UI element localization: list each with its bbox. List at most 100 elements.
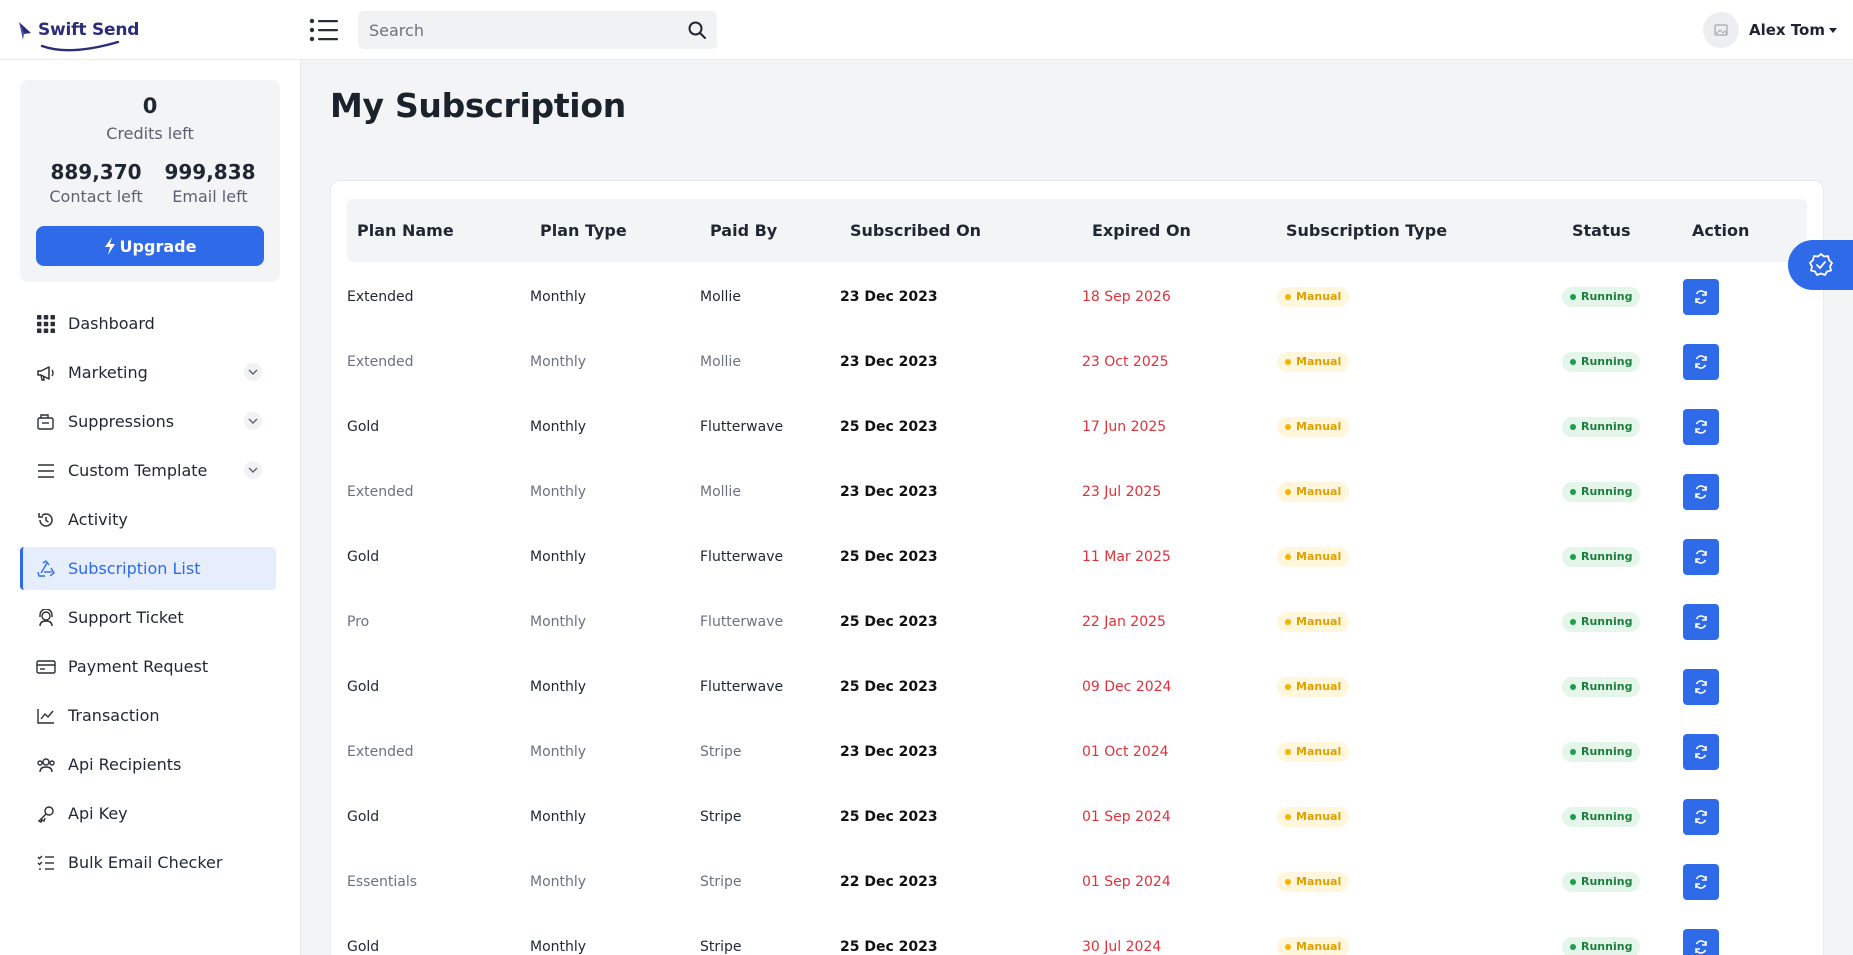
cell-action — [1683, 589, 1719, 654]
credits-left-label: Credits left — [106, 124, 194, 143]
badge-dot — [1285, 683, 1291, 690]
renew-button[interactable] — [1683, 928, 1719, 955]
grid-icon — [36, 314, 56, 334]
renew-button[interactable] — [1683, 603, 1719, 640]
status-badge: Running — [1562, 871, 1641, 892]
key-icon — [36, 804, 56, 824]
sidebar-item-label: Api Key — [68, 804, 128, 823]
email-left-label: Email left — [172, 187, 248, 206]
renew-button[interactable] — [1683, 798, 1719, 835]
upgrade-button[interactable]: Upgrade — [36, 226, 264, 266]
cell-subscribed-on: 23 Dec 2023 — [840, 743, 938, 760]
badge-text: Manual — [1296, 290, 1342, 303]
cell-paid-by: Mollie — [700, 353, 741, 370]
column-header[interactable]: Paid By — [710, 199, 777, 262]
cell-paid-by: Mollie — [700, 288, 741, 305]
subscription-type-badge: Manual — [1277, 871, 1350, 892]
cell-expired-on: 22 Jan 2025 — [1082, 613, 1166, 630]
status-text: Running — [1581, 875, 1633, 888]
cell-paid-by: Stripe — [700, 938, 742, 955]
user-menu[interactable]: Alex Tom — [1703, 12, 1837, 48]
sidebar-item-custom-template[interactable]: Custom Template — [20, 449, 276, 492]
sidebar-item-transaction[interactable]: Transaction — [20, 694, 276, 737]
badge-dot — [1285, 618, 1291, 625]
cell-status: Running — [1562, 524, 1641, 589]
users-icon — [36, 755, 56, 775]
sidebar-item-payment-request[interactable]: Payment Request — [20, 645, 276, 688]
renew-button[interactable] — [1683, 538, 1719, 575]
status-badge: Running — [1562, 611, 1641, 632]
cell-subscribed-on: 22 Dec 2023 — [840, 873, 938, 890]
sidebar-item-activity[interactable]: Activity — [20, 498, 276, 541]
badge-dot — [1570, 943, 1576, 950]
sidebar-item-bulk-email-checker[interactable]: Bulk Email Checker — [20, 841, 276, 884]
cell-plan-type: Monthly — [530, 678, 587, 695]
cell-expired-on: 11 Mar 2025 — [1082, 548, 1171, 565]
status-badge: Running — [1562, 936, 1641, 955]
sidebar-item-support-ticket[interactable]: Support Ticket — [20, 596, 276, 639]
badge-text: Manual — [1296, 355, 1342, 368]
renew-button[interactable] — [1683, 668, 1719, 705]
contact-left-label: Contact left — [49, 187, 143, 206]
cell-action — [1683, 914, 1719, 955]
status-badge: Running — [1562, 416, 1641, 437]
column-header[interactable]: Expired On — [1092, 199, 1191, 262]
badge-text: Manual — [1296, 485, 1342, 498]
status-text: Running — [1581, 810, 1633, 823]
sidebar-item-dashboard[interactable]: Dashboard — [20, 302, 276, 345]
cell-status: Running — [1562, 394, 1641, 459]
column-header[interactable]: Action — [1692, 199, 1749, 262]
cell-plan-name: Essentials — [347, 873, 418, 890]
column-header[interactable]: Subscribed On — [850, 199, 981, 262]
renew-button[interactable] — [1683, 408, 1719, 445]
cell-expired-on: 01 Sep 2024 — [1082, 873, 1171, 890]
column-header[interactable]: Subscription Type — [1286, 199, 1447, 262]
status-text: Running — [1581, 550, 1633, 563]
menu-toggle-button[interactable] — [309, 15, 339, 45]
column-header[interactable]: Status — [1572, 199, 1631, 262]
cell-status: Running — [1562, 784, 1641, 849]
table-row: Pro Monthly Flutterwave 25 Dec 2023 22 J… — [347, 589, 1807, 654]
renew-button[interactable] — [1683, 278, 1719, 315]
chevron-down-icon[interactable] — [244, 363, 262, 381]
column-header[interactable]: Plan Name — [357, 199, 454, 262]
subscription-type-badge: Manual — [1277, 806, 1350, 827]
sidebar-item-marketing[interactable]: Marketing — [20, 351, 276, 394]
renew-button[interactable] — [1683, 473, 1719, 510]
cell-action — [1683, 719, 1719, 784]
cell-plan-name: Extended — [347, 288, 414, 305]
search-icon — [688, 21, 706, 39]
cell-status: Running — [1562, 589, 1641, 654]
cell-paid-by: Flutterwave — [700, 678, 784, 695]
chevron-down-icon[interactable] — [244, 461, 262, 479]
search-button[interactable] — [677, 11, 717, 49]
subscription-type-badge: Manual — [1277, 286, 1350, 307]
app-logo[interactable]: Swift Send — [18, 14, 139, 52]
status-text: Running — [1581, 615, 1633, 628]
sidebar-item-suppressions[interactable]: Suppressions — [20, 400, 276, 443]
renew-button[interactable] — [1683, 343, 1719, 380]
table-row: Essentials Monthly Stripe 22 Dec 2023 01… — [347, 849, 1807, 914]
badge-dot — [1570, 618, 1576, 625]
search-input[interactable] — [358, 11, 677, 49]
table-row: Extended Monthly Mollie 23 Dec 2023 23 J… — [347, 459, 1807, 524]
list-menu-icon — [309, 18, 338, 42]
renew-button[interactable] — [1683, 733, 1719, 770]
cell-paid-by: Stripe — [700, 873, 742, 890]
subscription-type-badge: Manual — [1277, 546, 1350, 567]
badge-dot — [1570, 553, 1576, 560]
email-left-value: 999,838 — [164, 160, 256, 184]
status-badge: Running — [1562, 351, 1641, 372]
sidebar-item-api-key[interactable]: Api Key — [20, 792, 276, 835]
badge-dot — [1285, 358, 1291, 365]
cell-plan-type: Monthly — [530, 353, 587, 370]
chevron-down-icon[interactable] — [244, 412, 262, 430]
sidebar-item-subscription-list[interactable]: Subscription List — [20, 547, 276, 590]
column-header[interactable]: Plan Type — [540, 199, 627, 262]
floating-settings-button[interactable] — [1788, 240, 1853, 290]
status-text: Running — [1581, 940, 1633, 953]
sidebar-item-api-recipients[interactable]: Api Recipients — [20, 743, 276, 786]
badge-check-icon — [1808, 253, 1833, 276]
renew-button[interactable] — [1683, 863, 1719, 900]
subscription-type-badge: Manual — [1277, 351, 1350, 372]
